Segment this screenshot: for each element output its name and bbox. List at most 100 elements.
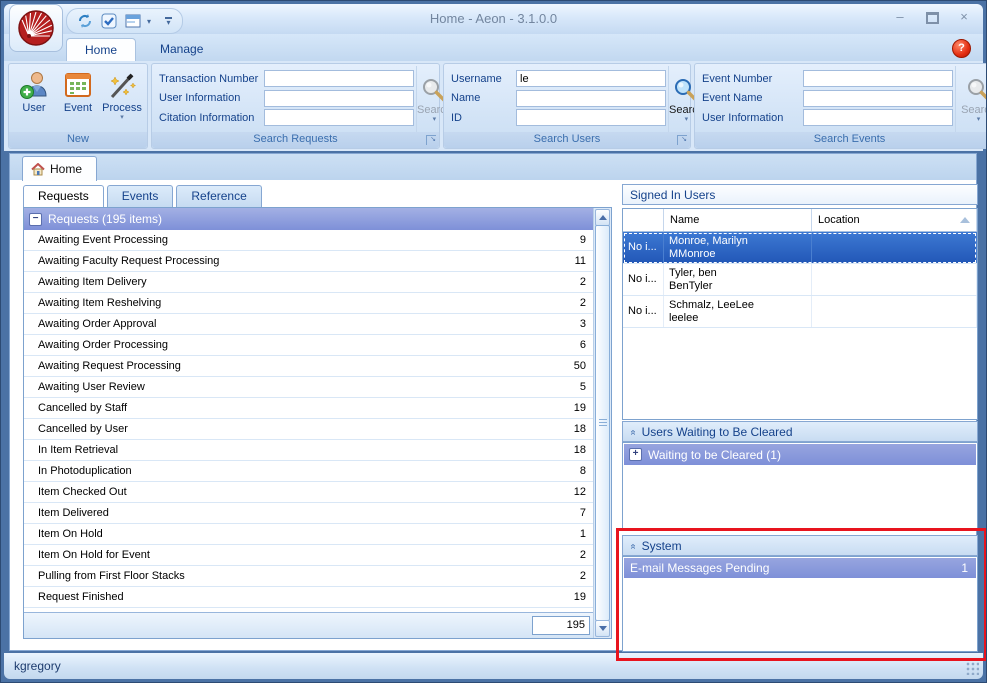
waiting-group-row[interactable]: + Waiting to be Cleared (1) [624, 444, 976, 465]
column-image[interactable] [623, 209, 664, 231]
document-tab-strip: Home [10, 154, 976, 181]
request-status-row[interactable]: Item Delivered7 [24, 503, 594, 524]
name-input[interactable] [516, 90, 666, 107]
maximize-button[interactable] [921, 9, 943, 25]
collapse-chevrons-icon: « [627, 543, 637, 548]
field-label: Citation Information [159, 112, 259, 124]
request-status-label: Awaiting Order Processing [38, 339, 580, 351]
new-user-button[interactable]: User [12, 66, 56, 132]
new-process-button[interactable]: Process ▾ [100, 66, 144, 132]
request-status-label: Awaiting Order Approval [38, 318, 580, 330]
request-status-row[interactable]: Request Finished19 [24, 587, 594, 608]
resize-grip[interactable] [966, 662, 979, 675]
sub-tab-row: Requests Events Reference [23, 185, 262, 207]
request-status-row[interactable]: Awaiting Request Processing50 [24, 356, 594, 377]
minimize-button[interactable]: – [889, 9, 911, 25]
tab-events[interactable]: Events [107, 185, 174, 207]
scroll-down-button[interactable] [595, 620, 610, 637]
help-button[interactable]: ? [952, 39, 971, 58]
tab-requests[interactable]: Requests [23, 185, 104, 207]
tab-reference[interactable]: Reference [176, 185, 261, 207]
user-image-cell: No i... [623, 232, 664, 263]
request-status-label: Cancelled by Staff [38, 402, 574, 414]
column-location[interactable]: Location [812, 209, 977, 231]
ribbon-group-search-users: Username Name ID Search ▾ Search Users↘ [443, 63, 691, 149]
request-status-count: 19 [574, 402, 586, 414]
search-events-button[interactable]: Search ▾ [955, 66, 987, 132]
ribbon-tab-row: Home Manage ? [4, 34, 983, 61]
request-status-row[interactable]: Awaiting Item Delivery2 [24, 272, 594, 293]
home-icon [31, 163, 45, 176]
user-name-cell: Monroe, MarilynMMonroe [664, 232, 812, 263]
dialog-launcher-icon[interactable]: ↘ [677, 135, 687, 145]
signed-in-user-row[interactable]: No i...Monroe, MarilynMMonroe [623, 232, 977, 264]
request-status-count: 12 [574, 486, 586, 498]
request-status-count: 2 [580, 276, 586, 288]
user-name-cell: Schmalz, LeeLeeleelee [664, 296, 812, 327]
ribbon-tab-manage[interactable]: Manage [142, 38, 221, 61]
new-event-button[interactable]: Event [56, 66, 100, 132]
event-user-information-input[interactable] [803, 109, 953, 126]
request-status-row[interactable]: Item On Hold for Event2 [24, 545, 594, 566]
username-input[interactable] [516, 70, 666, 87]
user-location-cell [812, 296, 977, 327]
field-label: Username [451, 73, 511, 85]
request-status-row[interactable]: Awaiting Item Reshelving2 [24, 293, 594, 314]
user-information-input[interactable] [264, 90, 414, 107]
signed-in-user-row[interactable]: No i...Tyler, benBenTyler [623, 264, 977, 296]
signed-in-user-row[interactable]: No i...Schmalz, LeeLeeleelee [623, 296, 977, 328]
aeon-logo-icon [16, 8, 56, 48]
field-label: ID [451, 112, 511, 124]
request-status-row[interactable]: Awaiting Order Approval3 [24, 314, 594, 335]
request-status-row[interactable]: In Photoduplication8 [24, 461, 594, 482]
request-status-row[interactable]: Awaiting Faculty Request Processing11 [24, 251, 594, 272]
dialog-launcher-icon[interactable]: ↘ [426, 135, 436, 145]
request-status-row[interactable]: Cancelled by Staff19 [24, 398, 594, 419]
vertical-scrollbar[interactable] [593, 208, 611, 638]
expand-icon[interactable]: + [629, 448, 642, 461]
application-menu-button[interactable] [9, 4, 63, 52]
request-status-row[interactable]: Item On Hold1 [24, 524, 594, 545]
request-status-row[interactable]: Awaiting Order Processing6 [24, 335, 594, 356]
group-label-search-events: Search Events↘ [695, 132, 987, 148]
ribbon-tab-home[interactable]: Home [66, 38, 136, 61]
group-label-search-users: Search Users↘ [444, 132, 690, 148]
event-number-input[interactable] [803, 70, 953, 87]
scroll-up-button[interactable] [595, 209, 610, 226]
request-status-count: 5 [580, 381, 586, 393]
requests-footer: 195 [24, 612, 594, 638]
request-status-count: 2 [580, 297, 586, 309]
request-status-row[interactable]: Awaiting User Review5 [24, 377, 594, 398]
transaction-number-input[interactable] [264, 70, 414, 87]
request-status-row[interactable]: Pulling from First Floor Stacks2 [24, 566, 594, 587]
citation-information-input[interactable] [264, 109, 414, 126]
user-image-cell: No i... [623, 296, 664, 327]
request-status-count: 9 [580, 234, 586, 246]
waiting-panel-caption[interactable]: « Users Waiting to Be Cleared [622, 421, 978, 442]
requests-group-header[interactable]: − Requests (195 items) [24, 208, 594, 230]
request-status-row[interactable]: Item Checked Out12 [24, 482, 594, 503]
chevron-down-icon: ▾ [685, 117, 689, 122]
collapse-icon[interactable]: − [29, 213, 42, 226]
email-messages-pending-row[interactable]: E-mail Messages Pending 1 [624, 558, 976, 578]
request-status-row[interactable]: Cancelled by User18 [24, 419, 594, 440]
calendar-icon [62, 69, 94, 101]
event-name-input[interactable] [803, 90, 953, 107]
system-panel-caption[interactable]: « System [622, 535, 978, 556]
id-input[interactable] [516, 109, 666, 126]
group-label-new: New [9, 132, 147, 148]
scrollbar-thumb[interactable] [595, 225, 610, 621]
request-status-row[interactable]: Awaiting Event Processing9 [24, 230, 594, 251]
requests-list-panel: − Requests (195 items) Awaiting Event Pr… [23, 207, 612, 639]
request-status-row[interactable]: In Item Retrieval18 [24, 440, 594, 461]
signed-in-users-rows: No i...Monroe, MarilynMMonroeNo i...Tyle… [623, 232, 977, 328]
request-status-label: Item Delivered [38, 507, 580, 519]
magic-wand-icon [106, 69, 138, 101]
close-button[interactable]: × [953, 9, 975, 25]
main-content: Home Requests Events Reference − Request… [9, 153, 977, 651]
app-window: ▾ ▾ Home - Aeon - 3.1.0.0 – × Home Manag… [0, 0, 987, 683]
column-name[interactable]: Name [664, 209, 812, 231]
tab-home[interactable]: Home [22, 156, 97, 181]
title-bar: ▾ ▾ Home - Aeon - 3.1.0.0 – × [4, 4, 983, 34]
request-status-count: 2 [580, 570, 586, 582]
